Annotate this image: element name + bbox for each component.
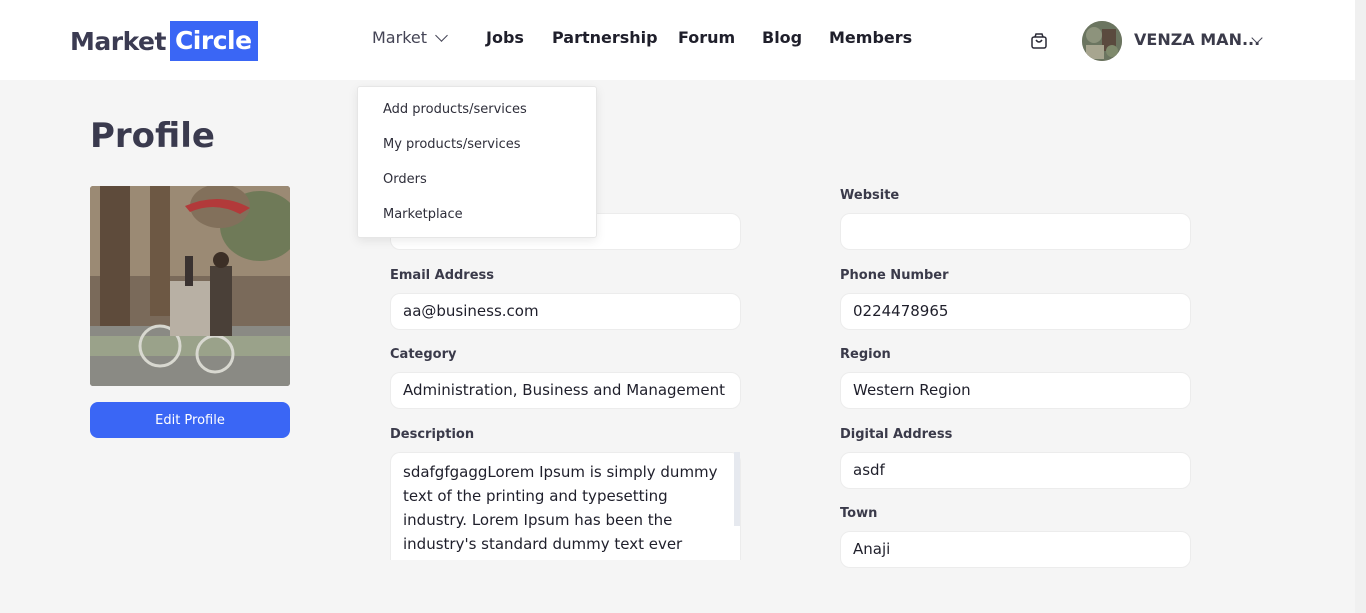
- digital-address-label: Digital Address: [840, 427, 953, 442]
- menu-item-my-products[interactable]: My products/services: [383, 137, 521, 152]
- market-dropdown-menu: Add products/services My products/servic…: [357, 86, 597, 238]
- page-scrollbar[interactable]: [1355, 0, 1366, 613]
- phone-field[interactable]: 0224478965: [840, 293, 1191, 330]
- email-field[interactable]: aa@business.com: [390, 293, 741, 330]
- nav-item-market[interactable]: Market: [372, 28, 448, 47]
- category-label: Category: [390, 347, 457, 362]
- website-label: Website: [840, 188, 900, 203]
- website-field[interactable]: [840, 213, 1191, 250]
- description-textarea[interactable]: sdafgfgaggLorem Ipsum is simply dummy te…: [390, 452, 741, 560]
- edit-profile-button[interactable]: Edit Profile: [90, 402, 290, 438]
- brand-logo[interactable]: Market Circle: [70, 21, 258, 61]
- profile-photo: [90, 186, 290, 386]
- description-scrollbar[interactable]: [734, 452, 740, 526]
- nav-item-market-label: Market: [372, 28, 427, 47]
- description-label: Description: [390, 427, 475, 442]
- town-label: Town: [840, 506, 878, 521]
- nav-item-forum[interactable]: Forum: [678, 28, 735, 47]
- town-field[interactable]: Anaji: [840, 531, 1191, 568]
- nav-item-partnership[interactable]: Partnership: [552, 28, 658, 47]
- chevron-down-icon: [435, 28, 448, 42]
- brand-logo-part1: Market: [70, 26, 166, 56]
- phone-label: Phone Number: [840, 268, 949, 283]
- region-field[interactable]: Western Region: [840, 372, 1191, 409]
- nav-item-blog[interactable]: Blog: [762, 28, 802, 47]
- menu-item-orders[interactable]: Orders: [383, 172, 427, 187]
- page-title: Profile: [90, 116, 215, 156]
- menu-item-add-products[interactable]: Add products/services: [383, 102, 527, 117]
- nav-item-members[interactable]: Members: [829, 28, 912, 47]
- menu-item-marketplace[interactable]: Marketplace: [383, 207, 463, 222]
- digital-address-field[interactable]: asdf: [840, 452, 1191, 489]
- nav-item-jobs[interactable]: Jobs: [486, 28, 524, 47]
- shopping-bag-icon[interactable]: [1030, 32, 1048, 50]
- region-label: Region: [840, 347, 891, 362]
- user-name[interactable]: VENZA MAN...: [1134, 30, 1260, 49]
- category-field[interactable]: Administration, Business and Management: [390, 372, 741, 409]
- email-label: Email Address: [390, 268, 495, 283]
- user-avatar[interactable]: [1082, 21, 1122, 61]
- brand-logo-part2: Circle: [169, 21, 258, 61]
